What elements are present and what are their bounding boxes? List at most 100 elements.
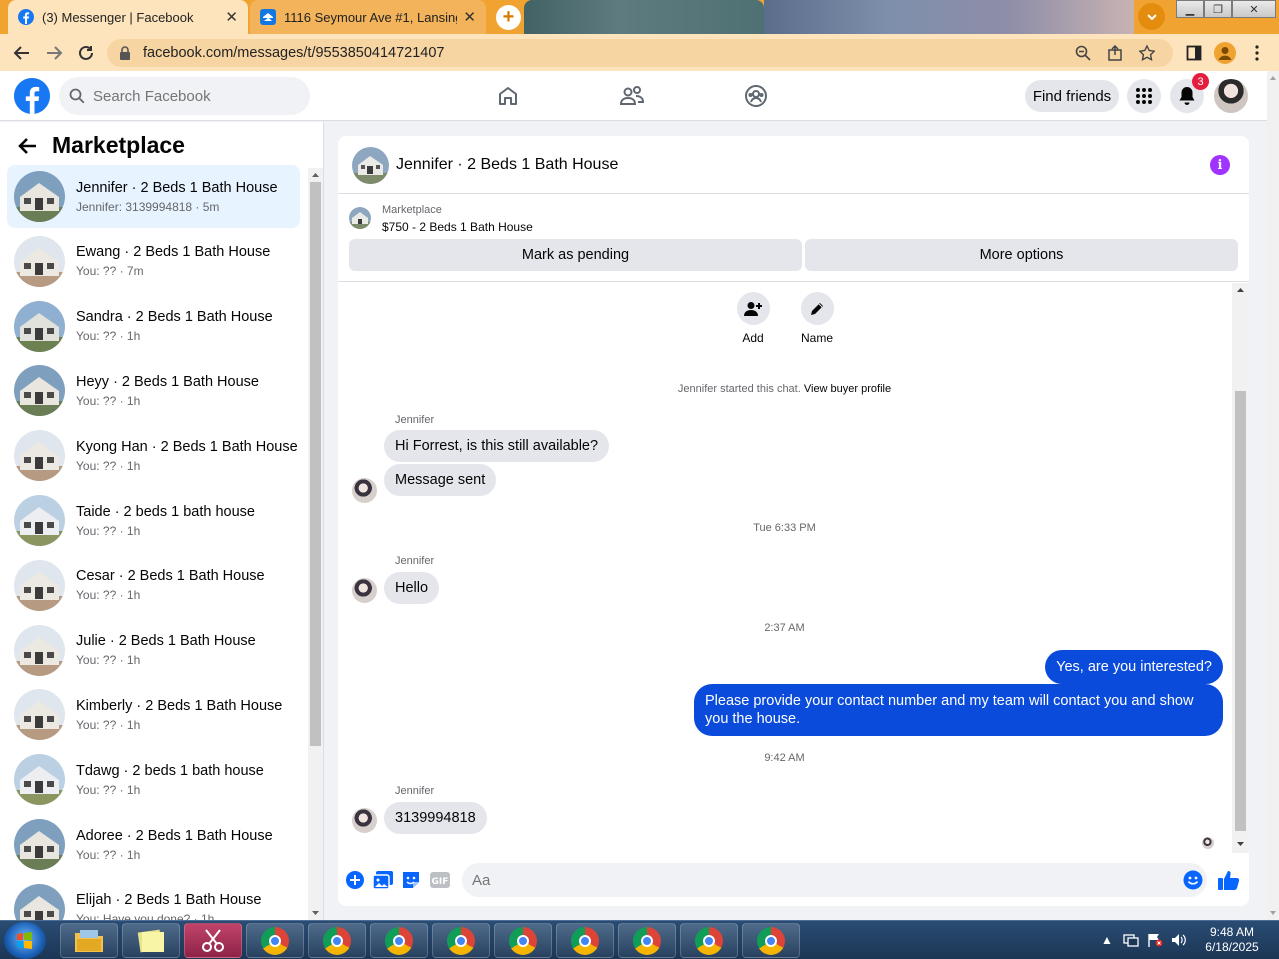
- taskbar-chrome-1[interactable]: [246, 923, 304, 958]
- groups-nav-button[interactable]: [741, 81, 771, 111]
- taskbar-chrome-6[interactable]: [556, 923, 614, 958]
- share-icon[interactable]: [1107, 39, 1123, 67]
- back-arrow-icon[interactable]: [18, 137, 38, 155]
- mark-as-pending-button[interactable]: Mark as pending: [349, 239, 802, 271]
- profile-button[interactable]: [1213, 41, 1237, 65]
- add-person-icon[interactable]: [736, 292, 770, 325]
- more-options-button[interactable]: More options: [805, 239, 1238, 271]
- sender-avatar[interactable]: [352, 478, 377, 503]
- taskbar-sticky-notes[interactable]: [122, 923, 180, 958]
- conversation-item-10[interactable]: Tdawg · 2 beds 1 bath house You: ?? · 1h: [7, 748, 300, 811]
- conversation-item-12[interactable]: Elijah · 2 Beds 1 Bath House You: Have y…: [7, 878, 300, 920]
- listing-thumbnail[interactable]: [349, 207, 371, 229]
- thumbs-up-icon[interactable]: [1218, 870, 1240, 890]
- zoom-icon[interactable]: [1075, 39, 1091, 67]
- conversation-item-8[interactable]: Julie · 2 Beds 1 Bath House You: ?? · 1h: [7, 619, 300, 682]
- listing-thumbnail: [14, 365, 65, 417]
- conversation-item-3[interactable]: Sandra · 2 Beds 1 Bath House You: ?? · 1…: [7, 295, 300, 358]
- taskbar-chrome-8[interactable]: [680, 923, 738, 958]
- menu-button[interactable]: [1127, 79, 1161, 113]
- maximize-button[interactable]: ❐: [1204, 0, 1232, 18]
- bookmark-star-icon[interactable]: [1139, 39, 1155, 67]
- taskbar-snipping-tool[interactable]: [184, 923, 242, 958]
- conversation-item-4[interactable]: Heyy · 2 Beds 1 Bath House You: ?? · 1h: [7, 359, 300, 422]
- tab-zillow[interactable]: 1116 Seymour Ave #1, Lansing, M ✕: [250, 0, 486, 34]
- taskbar-chrome-2[interactable]: [308, 923, 366, 958]
- pencil-icon[interactable]: [800, 292, 834, 325]
- volume-icon[interactable]: [1171, 933, 1187, 947]
- search-input[interactable]: [93, 87, 293, 105]
- conversation-item-9[interactable]: Kimberly · 2 Beds 1 Bath House You: ?? ·…: [7, 683, 300, 746]
- add-action[interactable]: Add: [735, 292, 771, 345]
- minimize-button[interactable]: ▁: [1176, 0, 1204, 18]
- new-tab-button[interactable]: +: [496, 5, 521, 30]
- facebook-search[interactable]: [59, 77, 310, 115]
- conversation-item-6[interactable]: Taide · 2 beds 1 bath house You: ?? · 1h: [7, 489, 300, 552]
- listing-title[interactable]: $750 - 2 Beds 1 Bath House: [382, 220, 533, 234]
- name-label: Name: [800, 331, 833, 345]
- friends-nav-button[interactable]: [617, 81, 647, 111]
- taskbar-chrome-7[interactable]: [618, 923, 676, 958]
- browser-menu-button[interactable]: [1250, 41, 1264, 65]
- conversation-item-2[interactable]: Ewang · 2 Beds 1 Bath House You: ?? · 7m: [7, 230, 300, 293]
- facebook-logo-icon[interactable]: [14, 78, 50, 114]
- sender-avatar[interactable]: [352, 578, 377, 603]
- scrollbar-thumb[interactable]: [310, 182, 321, 746]
- message-bubble[interactable]: 3139994818: [384, 802, 487, 834]
- emoji-icon[interactable]: [1183, 870, 1203, 890]
- chrome-icon: [261, 926, 289, 955]
- view-buyer-profile-link[interactable]: View buyer profile: [804, 383, 891, 395]
- blurred-tab[interactable]: [524, 0, 764, 34]
- profile-icon: [1214, 42, 1236, 64]
- plus-circle-icon[interactable]: [345, 870, 365, 890]
- message-bubble[interactable]: Hello: [384, 572, 440, 604]
- conversation-item-1[interactable]: Jennifer · 2 Beds 1 Bath House Jennifer:…: [7, 165, 300, 228]
- home-nav-button[interactable]: [493, 81, 523, 111]
- close-window-button[interactable]: ✕: [1232, 0, 1276, 18]
- reload-button[interactable]: [74, 41, 98, 65]
- action-center-flag-icon[interactable]: [1147, 933, 1163, 947]
- message-input[interactable]: [462, 863, 1207, 897]
- find-friends-button[interactable]: Find friends: [1025, 80, 1119, 112]
- conversation-item-11[interactable]: Adoree · 2 Beds 1 Bath House You: ?? · 1…: [7, 813, 300, 876]
- tab-messenger[interactable]: (3) Messenger | Facebook ✕: [8, 0, 248, 34]
- address-bar[interactable]: facebook.com/messages/t/9553850414721407: [107, 39, 1173, 67]
- page-scrollbar[interactable]: [1267, 71, 1279, 920]
- taskbar-chrome-5[interactable]: [494, 923, 552, 958]
- close-tab-icon[interactable]: ✕: [225, 8, 238, 26]
- conversation-item-7[interactable]: Cesar · 2 Beds 1 Bath House You: ?? · 1h: [7, 554, 300, 617]
- start-button[interactable]: [4, 922, 46, 959]
- conversation-preview: You: ?? · 1h: [76, 458, 141, 473]
- tab-search-button[interactable]: [1138, 3, 1165, 30]
- show-hidden-icons-button[interactable]: ▲: [1101, 933, 1113, 947]
- side-panel-button[interactable]: [1182, 41, 1206, 65]
- account-avatar[interactable]: [1214, 79, 1248, 113]
- system-clock[interactable]: 9:48 AM 6/18/2025: [1202, 925, 1262, 955]
- name-action[interactable]: Name: [799, 292, 835, 345]
- info-icon[interactable]: i: [1210, 155, 1230, 175]
- network-icon[interactable]: [1123, 933, 1139, 947]
- forward-button[interactable]: [42, 41, 66, 65]
- gif-icon[interactable]: GIF: [430, 870, 450, 890]
- conversation-item-5[interactable]: Kyong Han · 2 Beds 1 Bath House You: ?? …: [7, 424, 300, 487]
- sent-message-bubble[interactable]: Yes, are you interested?: [1045, 650, 1223, 684]
- sticker-icon[interactable]: [401, 870, 421, 890]
- more-vertical-icon: [1255, 45, 1259, 61]
- sender-avatar[interactable]: [352, 808, 377, 833]
- back-button[interactable]: [10, 41, 34, 65]
- taskbar-file-explorer[interactable]: [60, 923, 118, 958]
- scrollbar-thumb[interactable]: [1235, 391, 1246, 831]
- taskbar-chrome-3[interactable]: [370, 923, 428, 958]
- chat-title[interactable]: Jennifer · 2 Beds 1 Bath House: [396, 156, 618, 174]
- photo-icon[interactable]: [373, 870, 393, 890]
- close-tab-icon[interactable]: ✕: [463, 8, 476, 26]
- taskbar-chrome-4[interactable]: [432, 923, 490, 958]
- chat-avatar[interactable]: [352, 147, 389, 184]
- message-bubble[interactable]: Message sent: [384, 464, 497, 496]
- chat-scrollbar[interactable]: [1232, 283, 1249, 853]
- message-bubble[interactable]: Hi Forrest, is this still available?: [384, 430, 610, 462]
- conversation-name: Sandra · 2 Beds 1 Bath House: [76, 309, 273, 326]
- taskbar-chrome-9[interactable]: [742, 923, 800, 958]
- sidebar-scrollbar[interactable]: [308, 168, 323, 920]
- sent-message-bubble[interactable]: Please provide your contact number and m…: [694, 684, 1223, 736]
